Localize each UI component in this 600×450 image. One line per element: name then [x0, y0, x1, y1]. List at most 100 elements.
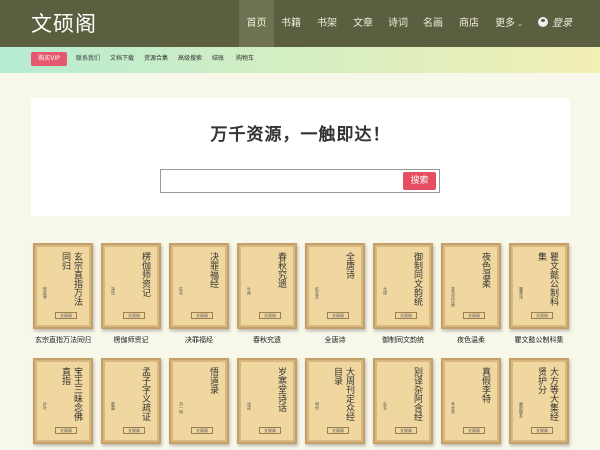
book-cover[interactable]: 大周刊定众经目录 明佺 文硕阁	[305, 358, 365, 444]
book-cover[interactable]: 真假李特李卓吾文硕阁	[441, 358, 501, 444]
book-cover[interactable]: 春秋究遗 叶酉 文硕阁	[237, 243, 297, 329]
top-navbar: 文硕阁 首页 书籍 书架 文章 诗词 名画 商店 更多 ⌄ 登录	[0, 0, 600, 47]
book-cover[interactable]: 御制同文韵统允禄文硕阁	[373, 243, 433, 329]
book-title-link[interactable]: 全唐诗	[299, 335, 371, 345]
book-cover-title: 春秋究遗	[276, 252, 286, 288]
book-cover-inner: 岁寒堂诗话张戒文硕阁	[241, 362, 293, 440]
book-cover-inner: 孟子字义疏证戴震文硕阁	[105, 362, 157, 440]
nav-paintings[interactable]: 名画	[418, 0, 448, 47]
book-title-link[interactable]: 夜色温柔	[435, 335, 507, 345]
book-cover-stamp: 文硕阁	[395, 427, 417, 434]
search-input[interactable]	[160, 169, 400, 193]
book-cover-title: 御制同文韵统	[412, 252, 422, 306]
book-cover-title: 瞿文懿公制科集	[536, 252, 558, 306]
book-cover[interactable]: 夜色温柔 菲茨杰拉德 文硕阁	[441, 243, 501, 329]
nav-shop[interactable]: 商店	[454, 0, 484, 47]
book-cover-stamp: 文硕阁	[259, 427, 281, 434]
book-cover-inner: 真假李特李卓吾文硕阁	[445, 362, 497, 440]
book-cover[interactable]: 孟子字义疏证戴震文硕阁	[101, 358, 161, 444]
book-cover-author: 净觉	[111, 287, 116, 295]
book-cover-stamp: 文硕阁	[531, 312, 553, 319]
book-cover-author: 失名	[383, 402, 388, 410]
book-cover-inner: 大方等大集经贤护分阇那崛多文硕阁	[513, 362, 565, 440]
book-cover-author: 戴震	[111, 402, 116, 410]
nav-poetry[interactable]: 诗词	[383, 0, 413, 47]
search-button[interactable]: 搜索	[400, 169, 440, 193]
user-icon	[538, 17, 548, 27]
book-cover[interactable]: 瞿文懿公制科集瞿景淳文硕阁	[509, 243, 569, 329]
book-cover-title: 岁寒堂诗话	[276, 367, 286, 412]
nav-books[interactable]: 书籍	[276, 0, 306, 47]
book-cover-inner: 瞿文懿公制科集瞿景淳文硕阁	[513, 247, 565, 325]
book-cover-inner: 宝王三昧念佛直指 妙叶 文硕阁	[37, 362, 89, 440]
checkout-link[interactable]: 结账	[212, 52, 224, 66]
book-cover-title: 决罪福经	[208, 252, 218, 288]
book-cover-title: 真假李特	[480, 367, 490, 403]
cart-link[interactable]: 购物车	[236, 52, 254, 66]
book-cover[interactable]: 悟道录 刘一明 文硕阁	[169, 358, 229, 444]
book-cover-inner: 春秋究遗 叶酉 文硕阁	[241, 247, 293, 325]
login-link[interactable]: 登录	[535, 0, 575, 47]
book-cover[interactable]: 大方等大集经贤护分阇那崛多文硕阁	[509, 358, 569, 444]
book-cover-inner: 决罪福经 失名 文硕阁	[173, 247, 225, 325]
book-cover-inner: 别译杂阿含经 失名 文硕阁	[377, 362, 429, 440]
book-cover-author: 李卓吾	[451, 402, 456, 414]
book-cover[interactable]: 宝王三昧念佛直指 妙叶 文硕阁	[33, 358, 93, 444]
book-cover-title: 玄宗直指万法同归	[60, 252, 82, 306]
nav-articles[interactable]: 文章	[348, 0, 378, 47]
book-title-link[interactable]: 御制同文韵统	[367, 335, 439, 345]
book-cover-stamp: 文硕阁	[259, 312, 281, 319]
search-button-label: 搜索	[403, 172, 436, 190]
login-label: 登录	[552, 18, 572, 29]
book-cover-author: 张戒	[247, 402, 252, 410]
book-cover[interactable]: 决罪福经 失名 文硕阁	[169, 243, 229, 329]
book-cover-inner: 玄宗直指万法同归 释延寿 文硕阁	[37, 247, 89, 325]
book-cover-author: 阇那崛多	[519, 402, 524, 418]
book-cover-inner: 大周刊定众经目录 明佺 文硕阁	[309, 362, 361, 440]
book-cover-inner: 御制同文韵统允禄文硕阁	[377, 247, 429, 325]
book-cover[interactable]: 全唐诗彭定求文硕阁	[305, 243, 365, 329]
book-cover-author: 瞿景淳	[519, 287, 524, 299]
book-cover-author: 允禄	[383, 287, 388, 295]
book-title-link[interactable]: 瞿文懿公制科集	[503, 335, 575, 345]
book-cover-stamp: 文硕阁	[191, 312, 213, 319]
book-cover-inner: 悟道录 刘一明 文硕阁	[173, 362, 225, 440]
book-cover-stamp: 文硕阁	[123, 427, 145, 434]
book-cover-inner: 楞伽师资记 净觉 文硕阁	[105, 247, 157, 325]
book-cover-stamp: 文硕阁	[395, 312, 417, 319]
book-cover-author: 妙叶	[43, 402, 48, 410]
doc-download-link[interactable]: 文档下载	[110, 52, 134, 66]
book-title-link[interactable]: 楞伽师资记	[95, 335, 167, 345]
nav-home[interactable]: 首页	[239, 0, 274, 47]
book-cover-title: 全唐诗	[344, 252, 354, 279]
nav-more-label: 更多	[495, 18, 516, 29]
book-cover-title: 大方等大集经贤护分	[536, 367, 558, 421]
book-title-link[interactable]: 春秋究遗	[231, 335, 303, 345]
advanced-search-link[interactable]: 高级搜索	[178, 52, 202, 66]
nav-bookshelf[interactable]: 书架	[312, 0, 342, 47]
site-logo[interactable]: 文硕阁	[31, 8, 97, 38]
book-cover[interactable]: 楞伽师资记 净觉 文硕阁	[101, 243, 161, 329]
book-title-link[interactable]: 玄宗直指万法同归	[27, 335, 99, 345]
search-panel: 万千资源，一触即达！ 搜索	[31, 98, 570, 216]
book-cover-stamp: 文硕阁	[531, 427, 553, 434]
book-cover[interactable]: 玄宗直指万法同归 释延寿 文硕阁	[33, 243, 93, 329]
book-cover-title: 孟子字义疏证	[140, 367, 150, 421]
nav-more[interactable]: 更多 ⌄	[491, 0, 527, 47]
book-cover-stamp: 文硕阁	[327, 312, 349, 319]
book-cover-author: 明佺	[315, 402, 320, 410]
resource-collection-link[interactable]: 资源合集	[144, 52, 168, 66]
book-cover[interactable]: 别译杂阿含经 失名 文硕阁	[373, 358, 433, 444]
book-title-link[interactable]: 决罪福经	[163, 335, 235, 345]
book-cover-author: 彭定求	[315, 287, 320, 299]
book-cover-title: 宝王三昧念佛直指	[60, 367, 82, 421]
buy-vip-button[interactable]: 购买VIP	[31, 52, 67, 66]
book-cover-inner: 全唐诗彭定求文硕阁	[309, 247, 361, 325]
book-cover-title: 悟道录	[208, 367, 218, 394]
book-cover-title: 夜色温柔	[480, 252, 490, 288]
book-cover-stamp: 文硕阁	[463, 427, 485, 434]
book-cover[interactable]: 岁寒堂诗话张戒文硕阁	[237, 358, 297, 444]
contact-us-link[interactable]: 联系我们	[76, 52, 100, 66]
book-cover-stamp: 文硕阁	[123, 312, 145, 319]
book-cover-stamp: 文硕阁	[327, 427, 349, 434]
